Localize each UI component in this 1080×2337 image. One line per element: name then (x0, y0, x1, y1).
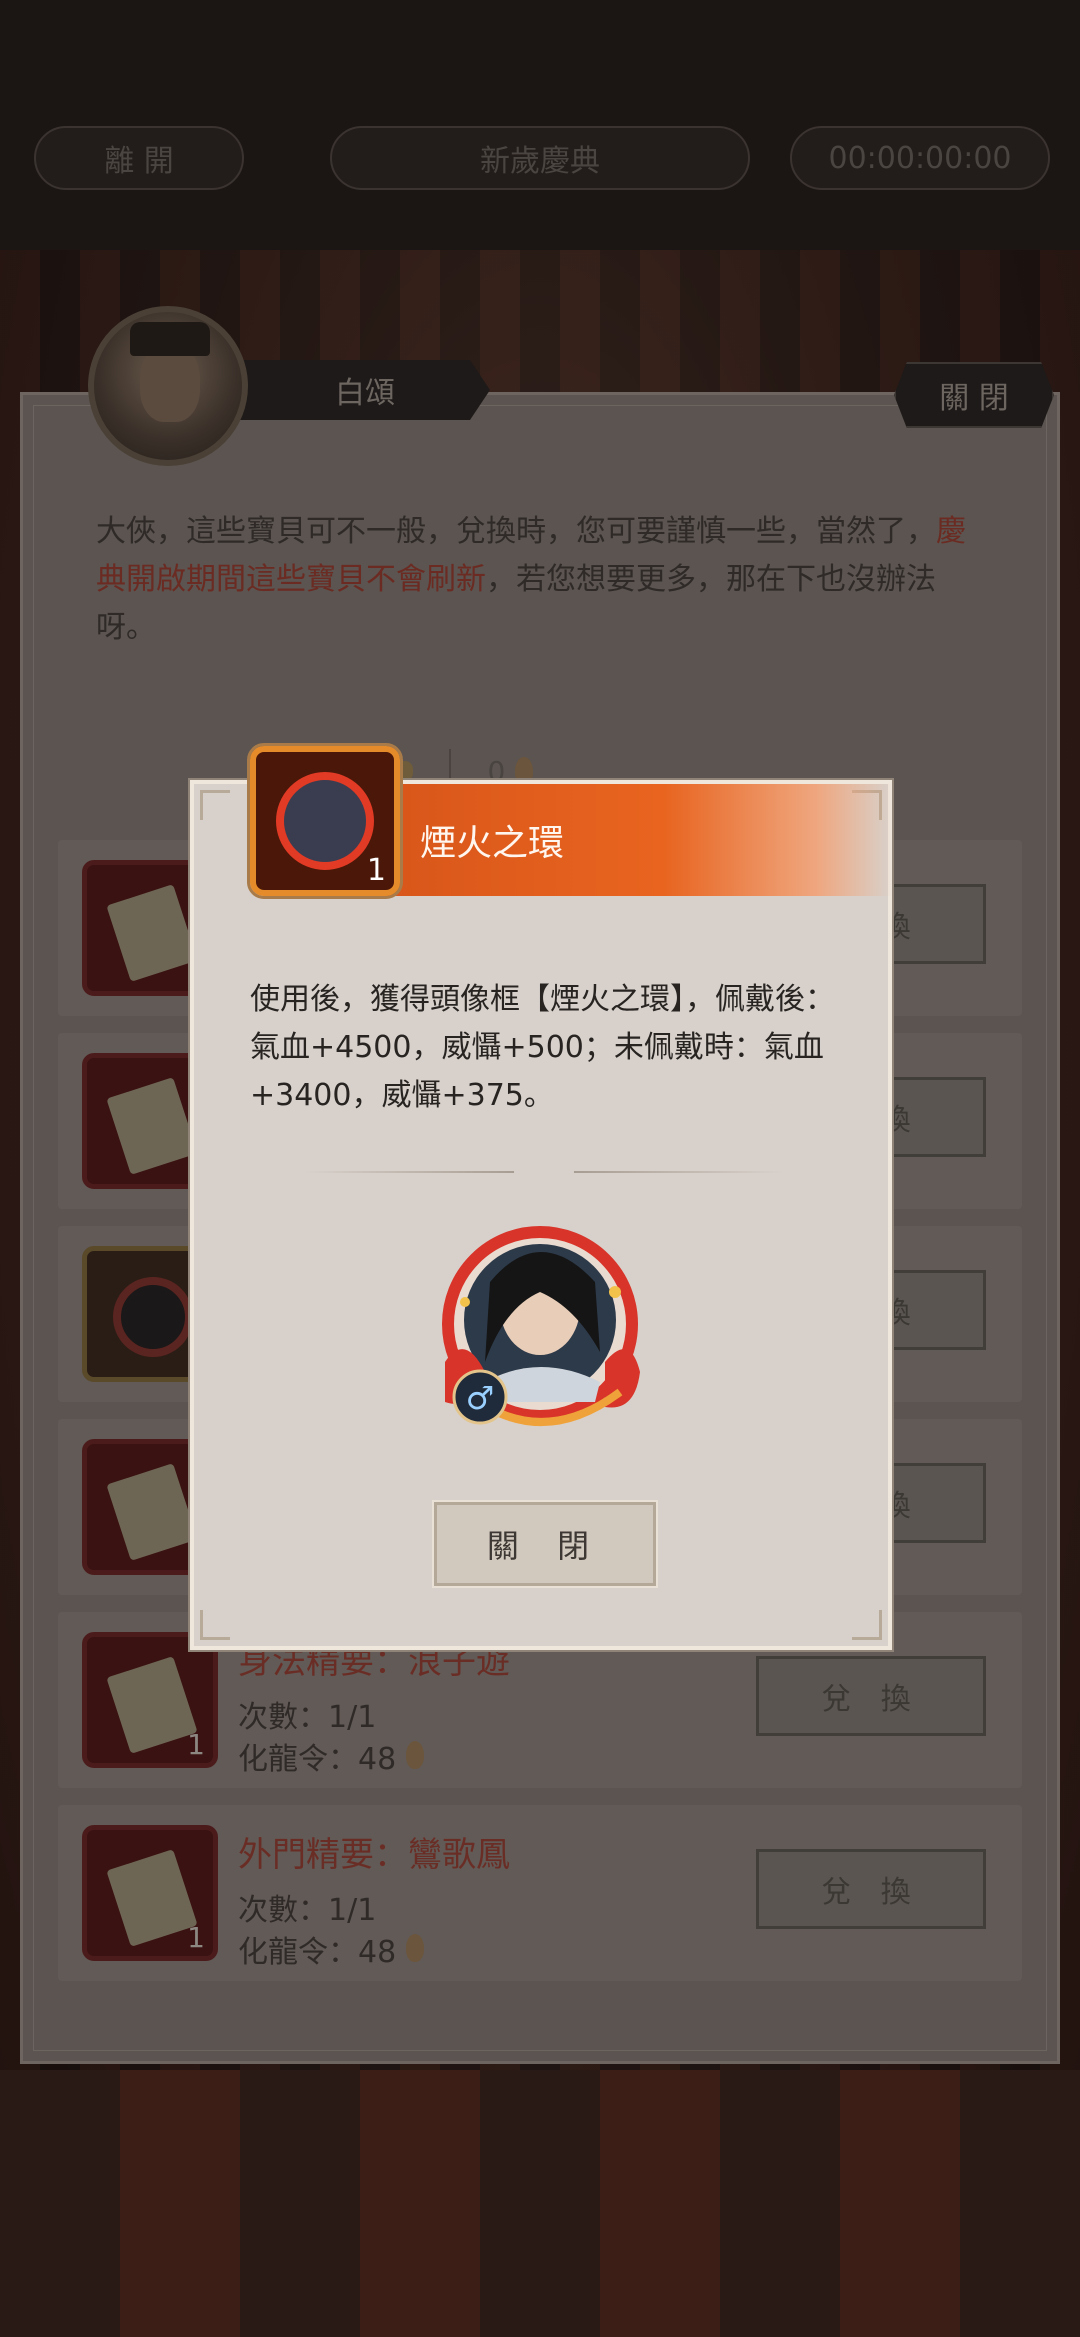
exchange-button[interactable]: 兌 換 (756, 1656, 986, 1736)
item-qty: 1 (187, 1921, 205, 1954)
item-cost: 化龍令：48 (238, 1927, 425, 1971)
book-icon (106, 1656, 198, 1754)
item-title: 外門精要：鸞歌鳳 (238, 1835, 510, 1875)
book-icon (106, 884, 198, 982)
item-cost-text: 化龍令：48 (238, 1935, 397, 1970)
leave-button[interactable]: 離 開 (34, 126, 244, 190)
book-icon (106, 1849, 198, 1947)
book-icon (106, 1077, 198, 1175)
event-title: 新歲慶典 (330, 126, 750, 190)
gourd-icon (406, 1934, 425, 1962)
item-detail-modal: 煙火之環 1 使用後，獲得頭像框【煙火之環】，佩戴後：氣血+4500，威懾+50… (188, 743, 894, 1652)
npc-hat (130, 322, 210, 356)
item-count: 次數：1/1 (238, 1893, 377, 1928)
item-icon: 1 (247, 743, 403, 899)
event-timer: 00:00:00:00 (790, 126, 1050, 190)
npc-dialogue: 大俠，這些寶貝可不一般，兌換時，您可要謹慎一些，當然了，慶典開啟期間這些寶貝不會… (96, 508, 976, 652)
item-icon[interactable]: 1 (82, 1632, 218, 1768)
ornament-divider (304, 1162, 784, 1182)
book-icon (106, 1463, 198, 1561)
frame-ring-icon (113, 1277, 193, 1357)
item-qty: 1 (366, 853, 386, 888)
divider-left (304, 1171, 514, 1173)
item-icon[interactable]: 1 (82, 1825, 218, 1961)
npc-dialogue-text: 大俠，這些寶貝可不一般，兌換時，您可要謹慎一些，當然了， (96, 514, 936, 549)
corner-ornament (852, 1610, 882, 1640)
item-description: 使用後，獲得頭像框【煙火之環】，佩戴後：氣血+4500，威懾+500；未佩戴時：… (250, 982, 835, 1113)
corner-ornament (200, 1610, 230, 1640)
fireworks-ring-icon (276, 772, 374, 870)
item-qty: 1 (187, 1728, 205, 1761)
divider-right (574, 1171, 784, 1173)
avatar-frame-preview: ♂ (442, 1226, 640, 1426)
item-count: 次數：1/1 (238, 1700, 377, 1735)
exchange-button[interactable]: 兌 換 (756, 1849, 986, 1929)
item-cost-text: 化龍令：48 (238, 1742, 397, 1777)
list-item: 1 外門精要：鸞歌鳳 次數：1/1 化龍令：48 兌 換 (58, 1805, 1022, 1981)
palace-floor (0, 2070, 1080, 2337)
top-bar: 離 開 新歲慶典 00:00:00:00 (0, 0, 1080, 250)
game-screen: 離 開 新歲慶典 00:00:00:00 白頌 關 閉 大俠，這些寶貝可不一般，… (0, 0, 1080, 2337)
male-icon: ♂ (466, 1379, 495, 1417)
modal-title: 煙火之環 (420, 823, 565, 864)
modal-close-button[interactable]: 關 閉 (432, 1500, 658, 1588)
modal-header: 煙火之環 (384, 784, 892, 896)
npc-name: 白頌 (240, 360, 490, 420)
panel-close-button[interactable]: 關 閉 (894, 362, 1054, 428)
item-cost: 化龍令：48 (238, 1734, 425, 1778)
corner-ornament (200, 790, 230, 820)
npc-avatar (88, 306, 248, 466)
gourd-icon (406, 1741, 425, 1769)
